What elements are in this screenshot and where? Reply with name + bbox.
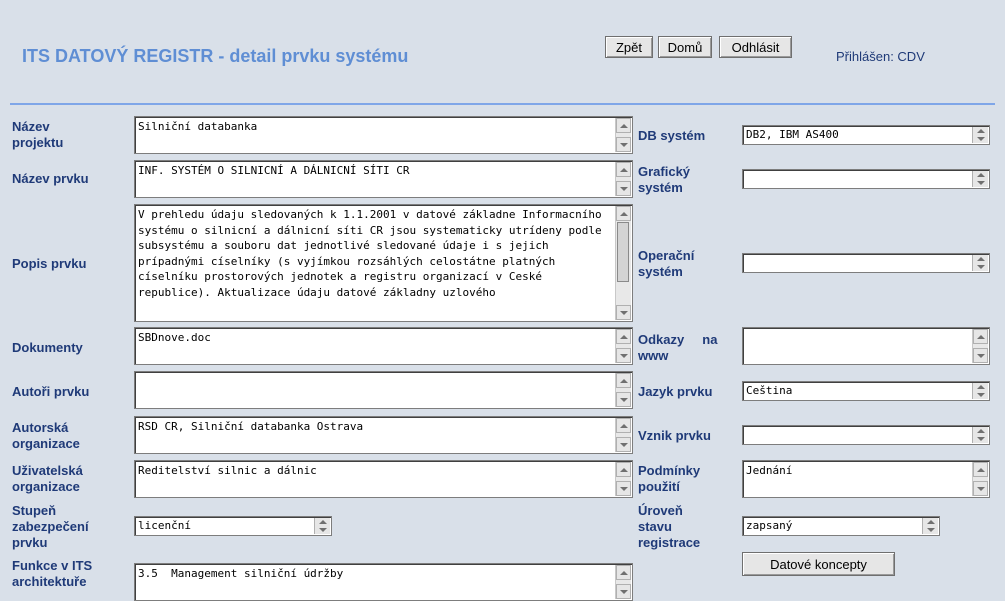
www-links-label: Odkazy na www bbox=[638, 332, 718, 363]
os-spinner[interactable] bbox=[972, 255, 988, 271]
reg-level-label: Úroveň stavu registrace bbox=[638, 503, 701, 550]
conditions-label: Podmínky použití bbox=[638, 463, 701, 494]
its-function-scrollbar[interactable] bbox=[615, 565, 631, 599]
login-status: Přihlášen: CDV bbox=[836, 49, 925, 64]
data-concepts-button[interactable]: Datové koncepty bbox=[742, 552, 895, 576]
documents-field[interactable]: SBDnove.doc bbox=[134, 327, 633, 365]
authors-scrollbar[interactable] bbox=[615, 373, 631, 407]
db-system-spinner[interactable] bbox=[972, 127, 988, 143]
user-org-scrollbar[interactable] bbox=[615, 462, 631, 496]
os-label: Operační systém bbox=[638, 248, 695, 279]
reg-level-select[interactable]: zapsaný bbox=[742, 516, 940, 536]
its-function-label: Funkce v ITS architektuře bbox=[12, 558, 93, 589]
back-button[interactable]: Zpět bbox=[605, 36, 653, 58]
page-title: ITS DATOVÝ REGISTR - detail prvku systém… bbox=[22, 46, 409, 66]
logout-button[interactable]: Odhlásit bbox=[719, 36, 792, 58]
home-button[interactable]: Domů bbox=[658, 36, 712, 58]
db-system-label: DB systém bbox=[638, 128, 706, 143]
www-links-scrollbar[interactable] bbox=[972, 329, 988, 363]
os-select[interactable] bbox=[742, 253, 990, 273]
language-select[interactable]: Ceština bbox=[742, 381, 990, 401]
origin-select[interactable] bbox=[742, 425, 990, 445]
user-org-label: Uživatelská organizace bbox=[12, 463, 83, 494]
project-name-label: Název projektu bbox=[12, 119, 64, 150]
language-label: Jazyk prvku bbox=[638, 384, 713, 399]
element-name-scrollbar[interactable] bbox=[615, 162, 631, 196]
description-scrollbar[interactable] bbox=[615, 206, 631, 320]
authors-label: Autoři prvku bbox=[12, 384, 90, 399]
security-label: Stupeň zabezpečení prvku bbox=[12, 503, 89, 550]
www-links-field[interactable] bbox=[742, 327, 990, 365]
authors-field[interactable] bbox=[134, 371, 633, 409]
element-name-field[interactable]: INF. SYSTÉM O SILNICNÍ A DÁLNICNÍ SÍTI C… bbox=[134, 160, 633, 198]
author-org-scrollbar[interactable] bbox=[615, 418, 631, 452]
description-label: Popis prvku bbox=[12, 256, 87, 271]
graphic-system-spinner[interactable] bbox=[972, 171, 988, 187]
security-spinner[interactable] bbox=[314, 518, 330, 534]
origin-label: Vznik prvku bbox=[638, 428, 711, 443]
project-name-scrollbar[interactable] bbox=[615, 118, 631, 152]
language-spinner[interactable] bbox=[972, 383, 988, 399]
description-field[interactable]: V prehledu údaju sledovaných k 1.1.2001 … bbox=[134, 204, 633, 322]
documents-scrollbar[interactable] bbox=[615, 329, 631, 363]
author-org-field[interactable]: RSD CR, Silniční databanka Ostrava bbox=[134, 416, 633, 454]
author-org-label: Autorská organizace bbox=[12, 420, 80, 451]
its-function-field[interactable]: 3.5 Management silniční údržby bbox=[134, 563, 633, 601]
db-system-select[interactable]: DB2, IBM AS400 bbox=[742, 125, 990, 145]
graphic-system-select[interactable] bbox=[742, 169, 990, 189]
project-name-field[interactable]: Silniční databanka bbox=[134, 116, 633, 154]
header-divider bbox=[10, 103, 995, 105]
conditions-scrollbar[interactable] bbox=[972, 462, 988, 496]
conditions-field[interactable]: Jednání bbox=[742, 460, 990, 498]
element-name-label: Název prvku bbox=[12, 171, 89, 186]
graphic-system-label: Grafický systém bbox=[638, 164, 691, 195]
origin-spinner[interactable] bbox=[972, 427, 988, 443]
user-org-field[interactable]: Reditelství silnic a dálnic bbox=[134, 460, 633, 498]
documents-label: Dokumenty bbox=[12, 340, 83, 355]
security-select[interactable]: licenční bbox=[134, 516, 332, 536]
reg-level-spinner[interactable] bbox=[922, 518, 938, 534]
